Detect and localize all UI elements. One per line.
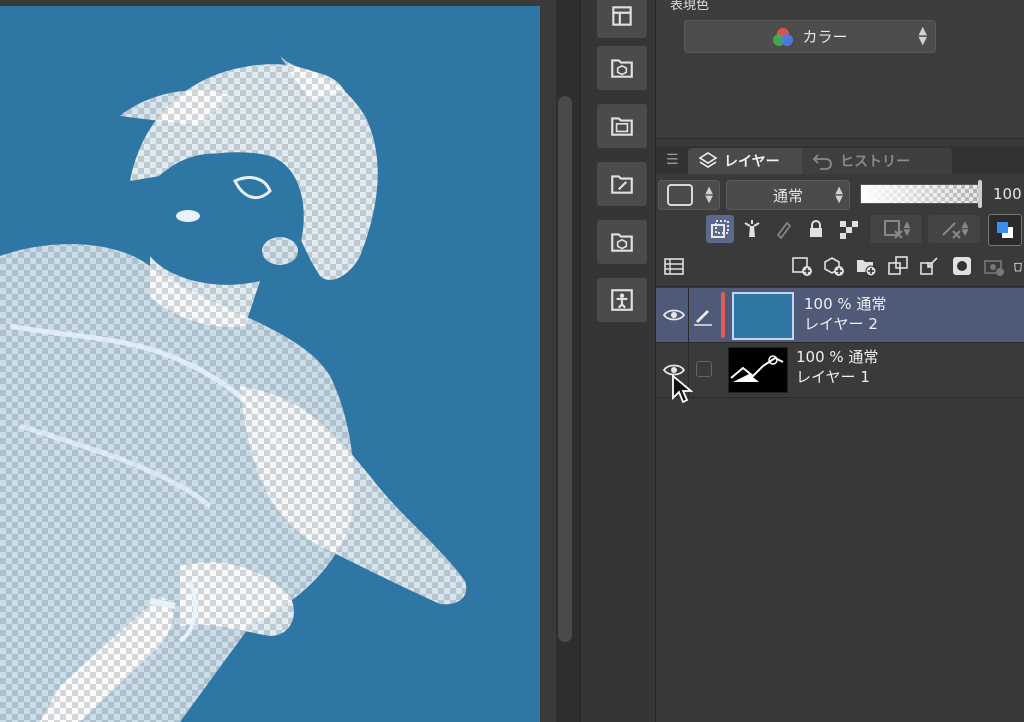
tab-layer-label: レイヤー xyxy=(724,154,780,170)
mask-icon xyxy=(953,257,971,275)
layer-color-button[interactable] xyxy=(988,214,1022,246)
trash-icon xyxy=(1014,262,1022,272)
opacity-value: 100 xyxy=(993,185,1022,203)
list-panel-icon xyxy=(664,258,684,275)
tab-history[interactable]: ヒストリー xyxy=(802,148,952,174)
layer-thumbnail xyxy=(732,292,794,340)
color-mode-swatch-icon xyxy=(667,184,693,206)
layer-thumbnail-art xyxy=(730,355,784,382)
color-expression-section: 表現色 カラー ▲ ▼ xyxy=(656,0,1024,139)
reference-layer-button[interactable] xyxy=(738,215,766,243)
material-image-button[interactable] xyxy=(597,104,647,148)
panel-layout-icon xyxy=(612,6,632,26)
cube-folder-icon xyxy=(611,233,633,252)
column-divider xyxy=(688,288,689,342)
layer-color-mode-select[interactable]: ▲ ▼ xyxy=(658,180,720,210)
drawing-canvas[interactable] xyxy=(0,6,540,722)
new-raster-layer-button[interactable] xyxy=(788,252,816,280)
lighthouse-icon xyxy=(744,220,760,237)
tab-history-label: ヒストリー xyxy=(840,154,910,170)
panel-layout-button[interactable] xyxy=(597,0,647,38)
ruler-enable-toggle[interactable]: ▲ ▼ xyxy=(928,215,980,243)
chevron-updown-icon: ▲ ▼ xyxy=(961,220,969,238)
apply-mask-button[interactable] xyxy=(980,252,1008,280)
layer-color-tag xyxy=(721,292,725,338)
canvas-scrollbar[interactable] xyxy=(558,96,572,642)
combine-to-lower-layer-button[interactable] xyxy=(916,252,944,280)
lock-transparent-pixels-button[interactable] xyxy=(834,215,862,243)
cube-folder-icon xyxy=(611,59,633,78)
layers-icon xyxy=(698,152,718,168)
new-folder-icon xyxy=(857,260,877,277)
material-3d-button[interactable] xyxy=(597,46,647,90)
blend-mode-value: 通常 xyxy=(772,186,803,205)
mask-enable-toggle[interactable]: ▲ ▼ xyxy=(870,215,922,243)
layer-property-row: ▲ ▼ 通常 ▲ ▼ 100 xyxy=(656,176,1024,212)
new-folder-button[interactable] xyxy=(852,252,880,280)
expression-color-label: 表現色 xyxy=(670,0,710,13)
mouse-cursor xyxy=(672,374,693,404)
chevron-updown-icon: ▲ ▼ xyxy=(903,220,911,238)
layer-info: 100 % 通常 レイヤー 1 xyxy=(796,347,878,387)
layer-thumbnail xyxy=(728,347,788,393)
right-panel: 表現色 カラー ▲ ▼ ☰ レイヤー ヒストリー ▲ ▼ 通常 ▲ ▼ 100 … xyxy=(656,0,1024,722)
camera-mask-icon xyxy=(984,260,1004,276)
expression-color-value: カラー xyxy=(802,28,848,46)
layer-opacity-blend: 100 % 通常 xyxy=(796,348,879,366)
chevron-updown-icon: ▲ ▼ xyxy=(705,185,713,205)
draft-pen-icon xyxy=(776,221,792,240)
transfer-to-lower-layer-button[interactable] xyxy=(884,252,912,280)
layer-property-icon[interactable] xyxy=(660,252,688,280)
lock-icon xyxy=(810,220,822,237)
ruler-disabled-icon xyxy=(941,222,961,239)
opacity-slider[interactable] xyxy=(860,184,980,204)
canvas-area[interactable] xyxy=(0,0,572,722)
layer-edit-checkbox[interactable] xyxy=(696,361,712,377)
clip-layers-icon xyxy=(711,220,729,238)
layer-row-2[interactable]: 100 % 通常 レイヤー 2 xyxy=(656,288,1024,343)
layer-opacity-blend: 100 % 通常 xyxy=(804,295,887,313)
color-rgb-icon xyxy=(773,27,794,46)
layer-action-row xyxy=(656,248,1024,287)
chevron-updown-icon: ▲ ▼ xyxy=(835,185,843,205)
merge-down-icon xyxy=(920,257,938,275)
eye-visibility-icon[interactable] xyxy=(662,305,686,325)
panel-tab-row: ☰ レイヤー ヒストリー xyxy=(656,146,1024,174)
layer-info: 100 % 通常 レイヤー 2 xyxy=(804,294,886,334)
image-folder-icon xyxy=(611,117,633,136)
layer-list: 100 % 通常 レイヤー 2 100 % 通常 レイヤー 1 xyxy=(656,288,1024,722)
pose-figure-button[interactable] xyxy=(597,278,647,322)
draft-layer-button[interactable] xyxy=(770,215,798,243)
new-layer-icon xyxy=(792,257,812,276)
opacity-slider-handle[interactable] xyxy=(978,180,982,208)
new-vector-layer-button[interactable] xyxy=(820,252,848,280)
panel-menu-icon[interactable]: ☰ xyxy=(666,152,679,168)
layer-name: レイヤー 1 xyxy=(796,368,870,386)
delete-layer-button[interactable] xyxy=(1012,252,1024,280)
transfer-down-icon xyxy=(888,256,908,275)
palette-icon-strip xyxy=(580,0,656,722)
chevron-updown-icon: ▲ ▼ xyxy=(918,24,927,47)
create-layer-mask-button[interactable] xyxy=(948,252,976,280)
layer-lock-row: ▲ ▼ ▲ ▼ xyxy=(656,212,1024,246)
transparent-lock-icon xyxy=(840,221,858,239)
layer-color-icon xyxy=(997,222,1013,238)
material-edit-button[interactable] xyxy=(597,162,647,206)
tab-layer[interactable]: レイヤー xyxy=(688,148,818,174)
person-figure-icon xyxy=(611,289,633,311)
mask-disabled-icon xyxy=(883,220,903,239)
pencil-edit-icon[interactable] xyxy=(692,304,714,326)
edit-folder-icon xyxy=(611,175,633,194)
clip-to-layer-below-button[interactable] xyxy=(706,215,734,243)
blend-mode-select[interactable]: 通常 ▲ ▼ xyxy=(726,180,850,210)
undo-history-icon xyxy=(812,154,832,170)
illustration-artwork xyxy=(0,56,467,722)
new-vector-layer-icon xyxy=(824,257,844,276)
lock-layer-button[interactable] xyxy=(802,215,830,243)
layer-name: レイヤー 2 xyxy=(804,315,878,333)
material-3d-object-button[interactable] xyxy=(597,220,647,264)
layer-row-1[interactable]: 100 % 通常 レイヤー 1 xyxy=(656,343,1024,398)
expression-color-select[interactable]: カラー ▲ ▼ xyxy=(684,20,936,53)
